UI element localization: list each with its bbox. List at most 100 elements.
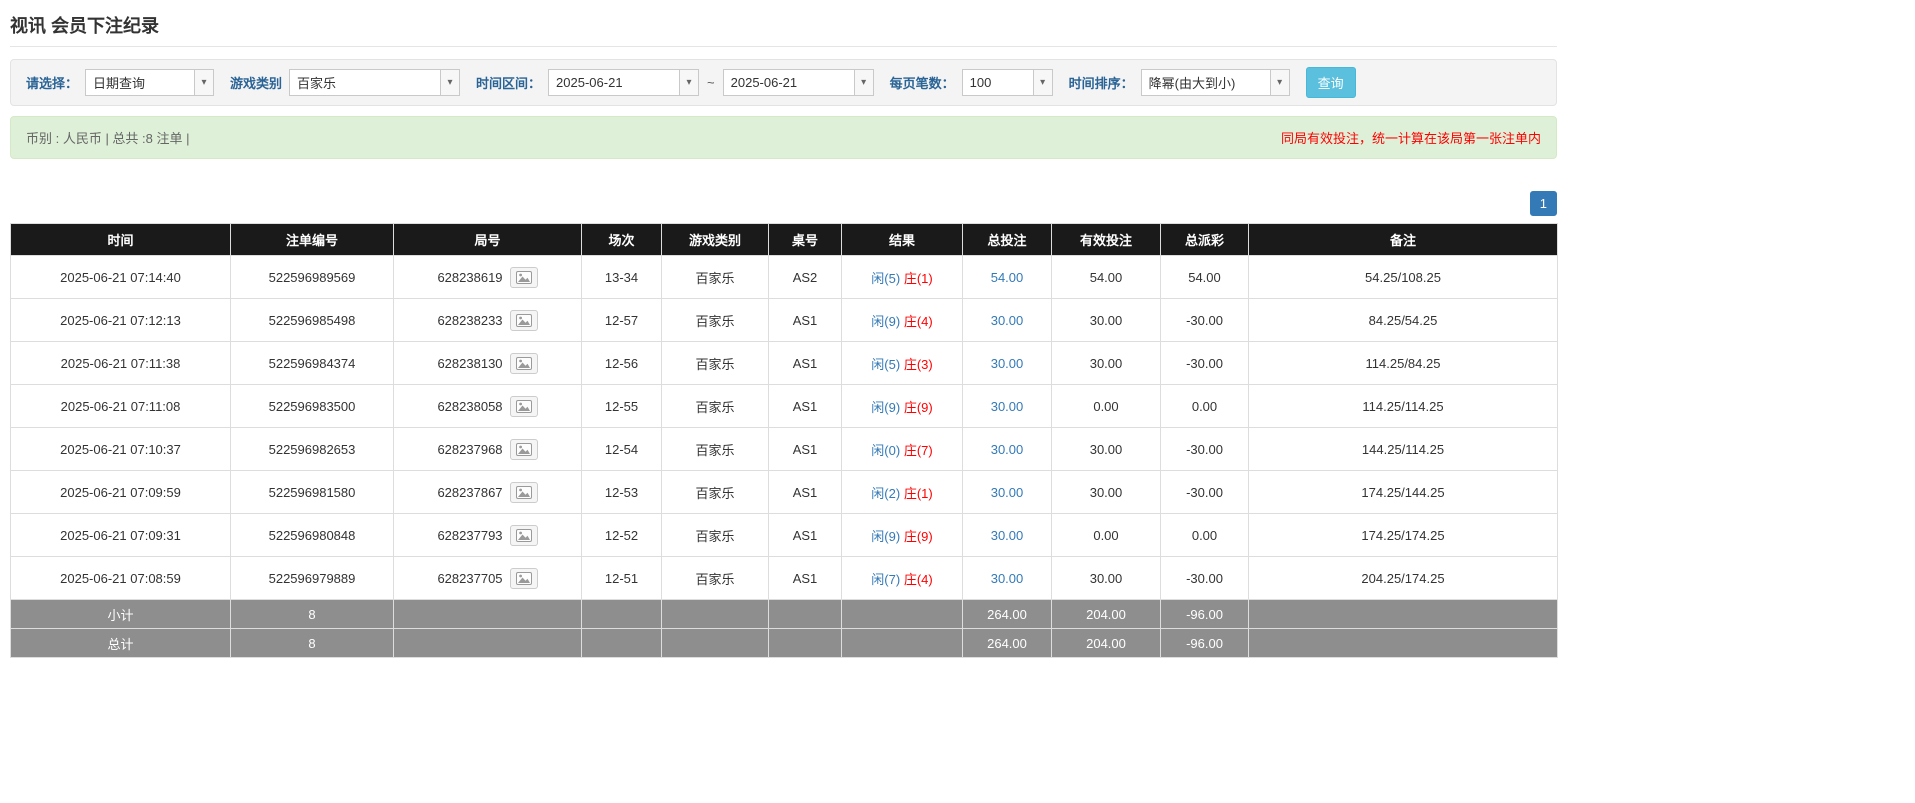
cell-round-no: 628237793 [394,514,582,557]
cell-total-bet: 30.00 [963,428,1052,471]
cell-remark: 114.25/114.25 [1249,385,1558,428]
cell-time: 2025-06-21 07:14:40 [11,256,231,299]
cell-remark: 84.25/54.25 [1249,299,1558,342]
cell-result: 闲(9) 庄(4) [842,299,963,342]
cell-bet-no: 522596989569 [231,256,394,299]
image-icon [516,314,532,327]
result-player: 闲(5) [871,357,900,372]
cell-result: 闲(5) 庄(3) [842,342,963,385]
total-bet-link[interactable]: 30.00 [991,528,1024,543]
replay-button[interactable] [510,353,538,374]
query-type-input[interactable] [86,70,194,95]
cell-bet-no: 522596982653 [231,428,394,471]
table-body: 2025-06-21 07:14:40522596989569 628238619… [11,256,1558,658]
result-banker: 庄(4) [904,572,933,587]
cell-payout: -30.00 [1161,557,1249,600]
result-player: 闲(9) [871,314,900,329]
query-type-group: 请选择： ▾ [26,69,214,96]
result-player: 闲(9) [871,400,900,415]
page-title: 视讯 会员下注纪录 [10,12,1557,38]
cell-valid-bet: 30.00 [1052,342,1161,385]
cell-session: 12-56 [582,342,662,385]
cell-session: 12-57 [582,299,662,342]
total-bet-link[interactable]: 30.00 [991,442,1024,457]
cell-payout: -30.00 [1161,299,1249,342]
cell-total-bet: 30.00 [963,514,1052,557]
replay-button[interactable] [510,267,538,288]
column-header: 备注 [1249,224,1558,256]
game-type-combobox[interactable]: ▾ [289,69,460,96]
image-icon [516,529,532,542]
page-size-label: 每页笔数： [890,73,955,92]
cell-empty [394,629,582,658]
cell-game-type: 百家乐 [662,256,769,299]
cell-game-type: 百家乐 [662,471,769,514]
time-sort-combobox[interactable]: ▾ [1141,69,1290,96]
cell-round-no: 628238058 [394,385,582,428]
cell-empty [769,629,842,658]
total-bet-link[interactable]: 30.00 [991,571,1024,586]
cell-valid-bet: 30.00 [1052,471,1161,514]
query-type-combobox[interactable]: ▾ [85,69,214,96]
total-bet-link[interactable]: 30.00 [991,356,1024,371]
replay-button[interactable] [510,568,538,589]
cell-game-type: 百家乐 [662,514,769,557]
table-row: 2025-06-21 07:12:13522596985498628238233… [11,299,1558,342]
chevron-down-icon[interactable]: ▾ [854,70,873,95]
image-icon [516,400,532,413]
cell-session: 12-52 [582,514,662,557]
page-size-combobox[interactable]: ▾ [962,69,1053,96]
chevron-down-icon[interactable]: ▾ [1270,70,1289,95]
cell-table-no: AS2 [769,256,842,299]
game-type-input[interactable] [290,70,440,95]
replay-button[interactable] [510,439,538,460]
date-to-input[interactable] [724,70,854,95]
chevron-down-icon[interactable]: ▾ [194,70,213,95]
search-button[interactable]: 查询 [1306,67,1356,98]
cell-valid-bet: 30.00 [1052,557,1161,600]
column-header: 时间 [11,224,231,256]
image-icon [516,486,532,499]
total-row: 总计8264.00204.00-96.00 [11,629,1558,658]
cell-round-no: 628238619 [394,256,582,299]
replay-button[interactable] [510,525,538,546]
cell-empty [662,600,769,629]
cell-session: 12-53 [582,471,662,514]
column-header: 有效投注 [1052,224,1161,256]
pagination: 1 [10,191,1557,216]
total-bet-link[interactable]: 30.00 [991,485,1024,500]
round-no: 628237968 [437,442,502,457]
total-bet-link[interactable]: 54.00 [991,270,1024,285]
time-sort-input[interactable] [1142,70,1270,95]
cell-empty [582,629,662,658]
date-from-combobox[interactable]: ▾ [548,69,699,96]
date-to-combobox[interactable]: ▾ [723,69,874,96]
cell-session: 13-34 [582,256,662,299]
replay-button[interactable] [510,482,538,503]
cell-empty [1249,629,1558,658]
cell-payout: -96.00 [1161,600,1249,629]
cell-time: 2025-06-21 07:11:38 [11,342,231,385]
cell-result: 闲(9) 庄(9) [842,514,963,557]
replay-button[interactable] [510,310,538,331]
result-banker: 庄(1) [904,271,933,286]
cell-payout: -30.00 [1161,342,1249,385]
replay-button[interactable] [510,396,538,417]
round-no: 628238619 [437,270,502,285]
query-type-label: 请选择： [26,73,78,92]
chevron-down-icon[interactable]: ▾ [440,70,459,95]
cell-session: 12-54 [582,428,662,471]
total-bet-link[interactable]: 30.00 [991,399,1024,414]
cell-game-type: 百家乐 [662,428,769,471]
cell-bet-no: 522596983500 [231,385,394,428]
date-from-input[interactable] [549,70,679,95]
cell-round-no: 628237705 [394,557,582,600]
result-banker: 庄(9) [904,529,933,544]
total-bet-link[interactable]: 30.00 [991,313,1024,328]
chevron-down-icon[interactable]: ▾ [679,70,698,95]
page-number-button[interactable]: 1 [1530,191,1557,216]
round-no: 628237793 [437,528,502,543]
chevron-down-icon[interactable]: ▾ [1033,70,1052,95]
page-size-input[interactable] [963,70,1033,95]
game-type-label: 游戏类别 [230,73,282,92]
